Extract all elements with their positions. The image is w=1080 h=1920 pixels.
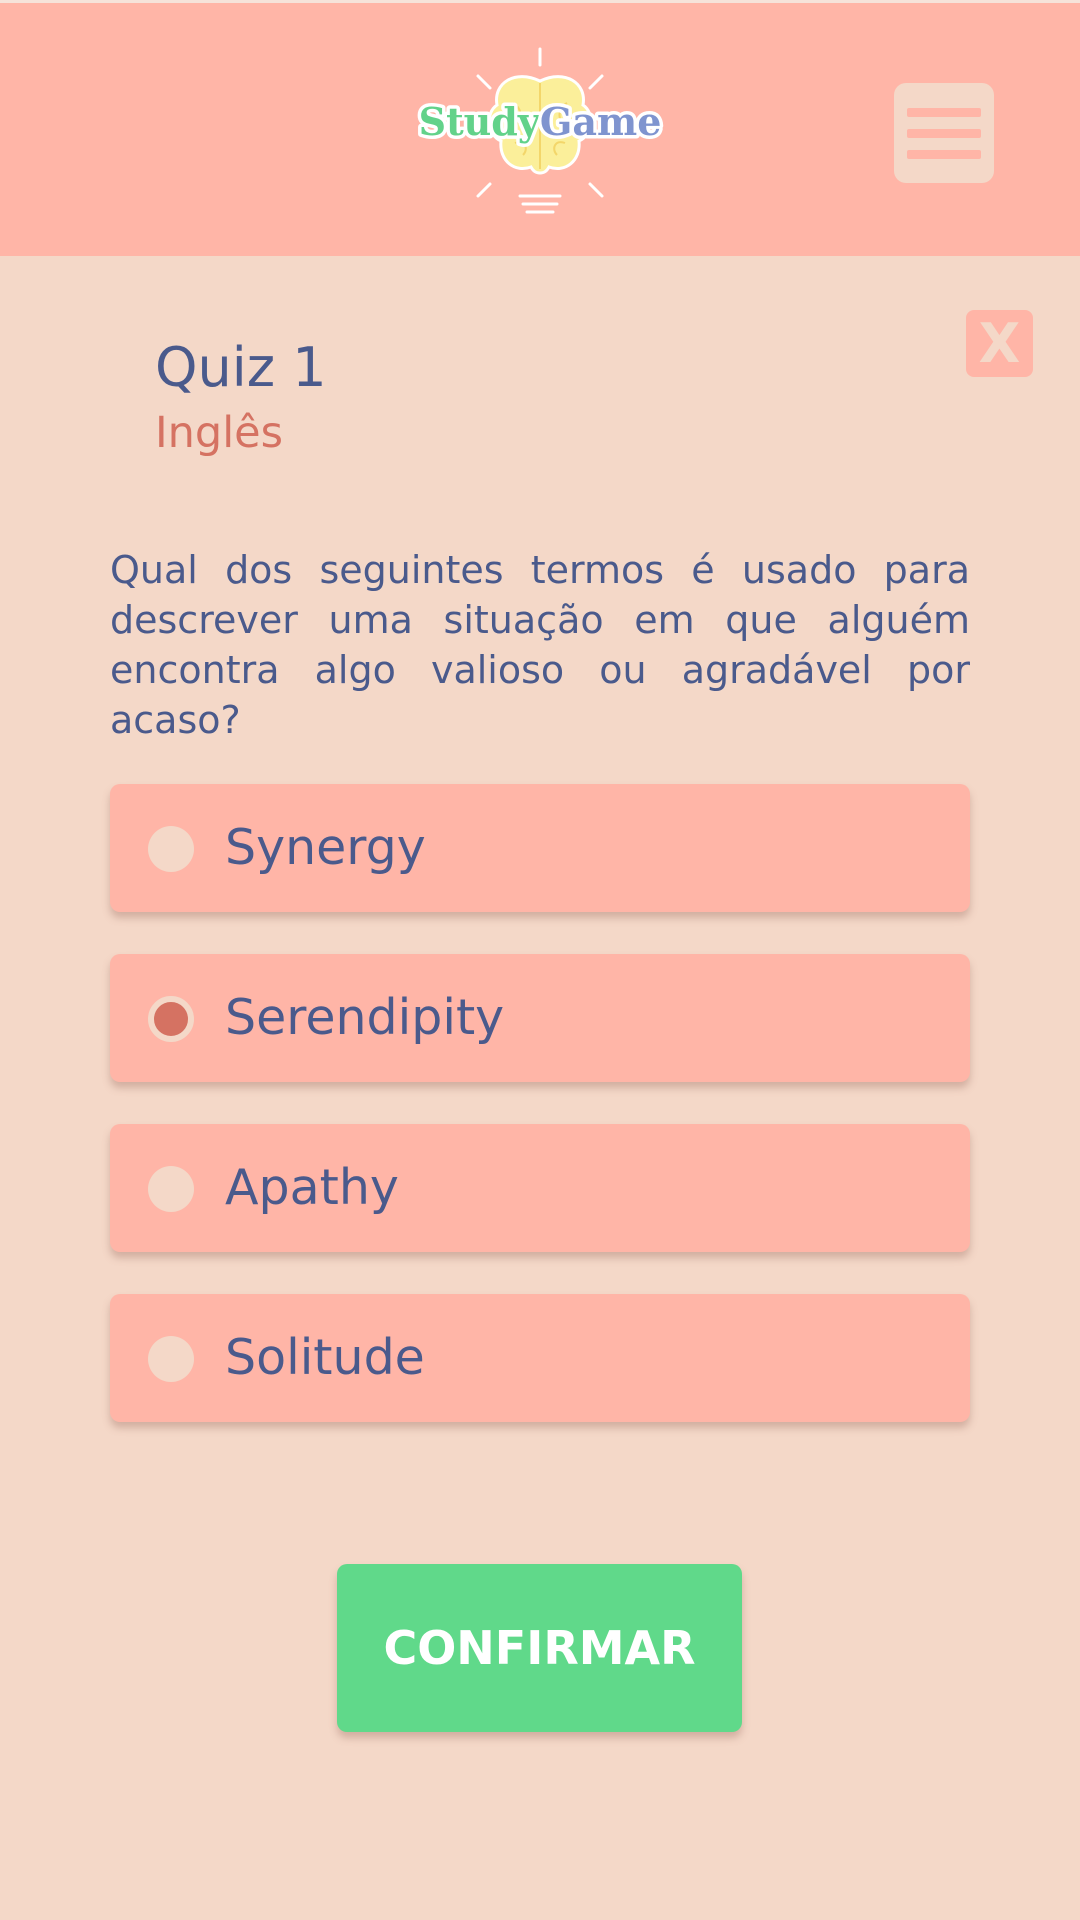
answer-option-label: Apathy bbox=[225, 1159, 399, 1216]
answer-option-apathy[interactable]: Apathy bbox=[110, 1124, 970, 1252]
answer-option-synergy[interactable]: Synergy bbox=[110, 784, 970, 912]
hamburger-menu-icon-line bbox=[907, 107, 981, 117]
answer-option-label: Solitude bbox=[225, 1329, 425, 1386]
answer-option-label: Serendipity bbox=[225, 989, 505, 1046]
close-quiz-button[interactable]: X bbox=[966, 310, 1033, 377]
hamburger-menu-icon-line bbox=[907, 149, 981, 159]
studygame-logo: StudyGame bbox=[415, 47, 665, 214]
radio-button-selected[interactable] bbox=[148, 996, 194, 1042]
svg-text:StudyGame: StudyGame bbox=[419, 99, 662, 144]
quiz-title: Quiz 1 bbox=[155, 336, 327, 399]
hamburger-menu-icon-line bbox=[907, 128, 981, 138]
answer-option-serendipity[interactable]: Serendipity bbox=[110, 954, 970, 1082]
app-header: StudyGame bbox=[0, 0, 1080, 256]
radio-button[interactable] bbox=[148, 1166, 194, 1212]
hamburger-menu-button[interactable] bbox=[894, 83, 994, 183]
question-text: Qual dos seguintes termos é usado para d… bbox=[110, 548, 970, 742]
radio-button[interactable] bbox=[148, 826, 194, 872]
confirm-button[interactable]: CONFIRMAR bbox=[337, 1564, 742, 1732]
radio-button[interactable] bbox=[148, 1336, 194, 1382]
answer-option-solitude[interactable]: Solitude bbox=[110, 1294, 970, 1422]
quiz-subject: Inglês bbox=[155, 408, 284, 458]
answer-option-label: Synergy bbox=[225, 819, 426, 876]
